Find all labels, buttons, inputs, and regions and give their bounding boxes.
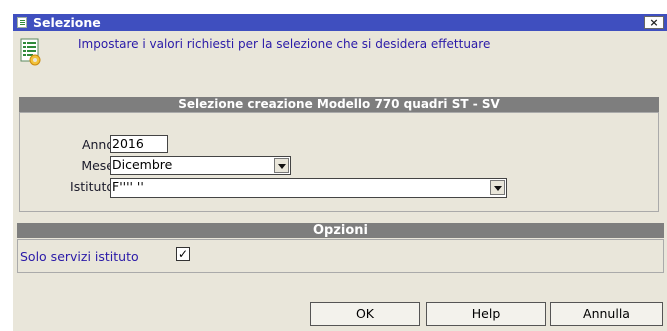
dialog-window: Selezione × Impostare i valori richiesti…: [13, 14, 667, 331]
window-icon: [17, 17, 27, 28]
annulla-button[interactable]: Annulla: [550, 302, 663, 326]
form-settings-icon: [20, 38, 41, 66]
selection-panel: Anno 2016 Mese Dicembre Istituto F'''' '…: [19, 112, 659, 212]
istituto-value: F'''' '': [112, 179, 144, 194]
chevron-down-icon[interactable]: [274, 158, 289, 173]
options-panel: Solo servizi istituto: [17, 239, 664, 273]
anno-input[interactable]: 2016: [110, 135, 168, 153]
istituto-select[interactable]: F'''' '': [110, 178, 507, 198]
info-text: Impostare i valori richiesti per la sele…: [78, 37, 491, 51]
section-header-opzioni: Opzioni: [17, 223, 664, 238]
solo-servizi-label: Solo servizi istituto: [20, 249, 139, 264]
help-button[interactable]: Help: [426, 302, 546, 326]
window-title: Selezione: [33, 15, 101, 30]
mese-select[interactable]: Dicembre: [110, 156, 291, 175]
solo-servizi-checkbox[interactable]: ✓: [176, 247, 190, 261]
close-button[interactable]: ×: [644, 16, 664, 29]
ok-button[interactable]: OK: [310, 302, 420, 326]
istituto-label: Istituto: [70, 179, 114, 194]
title-bar[interactable]: Selezione ×: [13, 14, 667, 31]
mese-value: Dicembre: [112, 157, 173, 172]
chevron-down-icon[interactable]: [490, 180, 505, 195]
section-header-selezione: Selezione creazione Modello 770 quadri S…: [19, 97, 659, 112]
